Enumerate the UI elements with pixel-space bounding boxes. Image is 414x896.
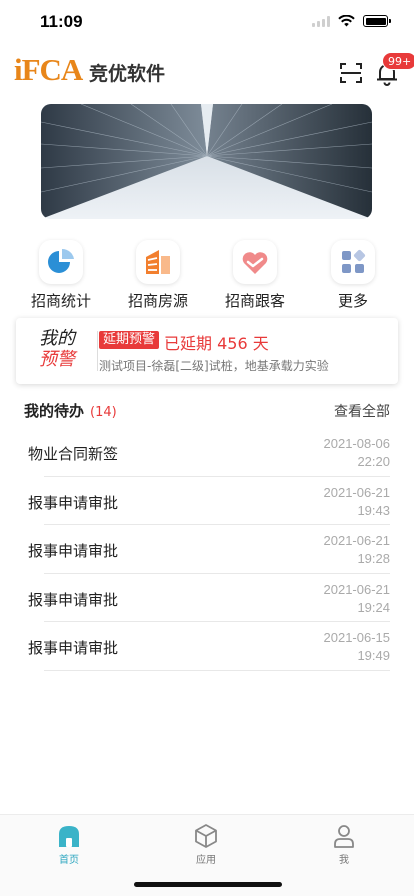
todo-item-clock: 19:49	[357, 648, 390, 663]
banner-image[interactable]	[41, 104, 372, 219]
todo-header: 我的待办 (14) 查看全部	[24, 400, 390, 422]
todo-item[interactable]: 报事申请审批 2021-06-21 19:28	[0, 525, 414, 574]
todo-title: 我的待办	[24, 402, 85, 420]
scan-icon[interactable]	[339, 62, 363, 84]
warning-description: 测试项目-徐磊[二级]试桩，地基承载力实验	[99, 359, 329, 373]
divider	[44, 669, 390, 671]
tab-apps[interactable]: 应用	[176, 823, 236, 866]
todo-item-name: 报事申请审批	[28, 590, 119, 609]
status-bar: 11:09	[0, 0, 414, 46]
app-header: iFCA 竞优软件 99+	[0, 50, 414, 94]
brand-name: 竞优软件	[89, 63, 166, 85]
warning-title-line2: 预警	[39, 349, 75, 370]
todo-item-date: 2021-06-21	[323, 533, 391, 548]
todo-item[interactable]: 报事申请审批 2021-06-21 19:24	[0, 574, 414, 622]
menu-item-investment-stats[interactable]: 招商统计	[16, 240, 106, 311]
pie-chart-icon	[39, 240, 83, 284]
cellular-signal-icon	[312, 15, 330, 27]
todo-item-name: 报事申请审批	[28, 493, 119, 512]
status-time: 11:09	[40, 12, 83, 31]
todo-list: 物业合同新签 2021-08-06 22:20 报事申请审批 2021-06-21…	[0, 428, 414, 671]
warning-status: 已延期 456 天	[164, 334, 269, 353]
todo-item-name: 物业合同新签	[28, 445, 119, 463]
todo-item-time: 2021-06-21 19:28	[324, 532, 391, 568]
todo-item-clock: 19:28	[357, 551, 390, 566]
menu-label: 招商跟客	[224, 292, 285, 310]
todo-item-date: 2021-06-21	[323, 484, 391, 500]
todo-item-time: 2021-08-06 22:20	[324, 435, 391, 471]
todo-item-date: 2021-08-06	[323, 436, 391, 451]
todo-item[interactable]: 报事申请审批 2021-06-21 19:43	[0, 477, 414, 525]
status-icons	[312, 15, 391, 27]
divider	[97, 331, 98, 371]
menu-label: 更多	[337, 292, 368, 310]
todo-item-time: 2021-06-21 19:24	[324, 581, 391, 617]
home-icon	[59, 826, 79, 847]
ifca-logo: iFCA	[14, 52, 83, 87]
todo-item[interactable]: 报事申请审批 2021-06-15 19:49	[0, 622, 414, 671]
todo-item[interactable]: 物业合同新签 2021-08-06 22:20	[0, 428, 414, 477]
todo-item-clock: 22:20	[357, 454, 390, 469]
todo-item-date: 2021-06-15	[323, 630, 391, 645]
tab-me[interactable]: 我	[314, 823, 374, 866]
menu-item-housing[interactable]: 招商房源	[113, 240, 203, 311]
tab-label: 应用	[196, 855, 216, 866]
heart-handshake-icon	[233, 240, 277, 284]
todo-count: (14)	[90, 405, 117, 420]
cube-icon	[195, 824, 217, 848]
todo-item-clock: 19:43	[357, 502, 390, 518]
tab-home[interactable]: 首页	[39, 823, 99, 866]
warning-card[interactable]: 我的 预警 延期预警 已延期 456 天 测试项目-徐磊[二级]试桩，地基承载力…	[16, 318, 398, 384]
warning-title-line1: 我的	[39, 328, 75, 349]
todo-item-name: 报事申请审批	[28, 639, 119, 657]
user-icon	[334, 825, 354, 848]
home-indicator	[134, 882, 282, 887]
menu-item-more[interactable]: 更多	[308, 240, 398, 311]
wifi-icon	[338, 15, 355, 27]
battery-icon	[363, 15, 391, 27]
menu-label: 招商房源	[127, 292, 188, 310]
warning-title: 我的 预警	[30, 328, 84, 370]
grid-icon	[331, 240, 375, 284]
notification-badge: 99+	[382, 52, 414, 70]
building-icon	[136, 240, 180, 284]
todo-item-clock: 19:24	[357, 599, 390, 615]
tab-label: 我	[339, 855, 349, 866]
todo-item-time: 2021-06-21 19:43	[324, 484, 391, 520]
view-all-link[interactable]: 查看全部	[334, 401, 390, 421]
warning-tag: 延期预警	[99, 331, 160, 349]
tab-label: 首页	[59, 855, 79, 866]
quick-menu: 招商统计 招商房源 招商跟客 更多	[0, 240, 414, 310]
menu-item-client-follow[interactable]: 招商跟客	[210, 240, 300, 311]
menu-label: 招商统计	[30, 292, 91, 310]
todo-item-time: 2021-06-15 19:49	[324, 629, 391, 665]
todo-item-date: 2021-06-21	[323, 581, 391, 597]
todo-item-name: 报事申请审批	[28, 542, 119, 560]
